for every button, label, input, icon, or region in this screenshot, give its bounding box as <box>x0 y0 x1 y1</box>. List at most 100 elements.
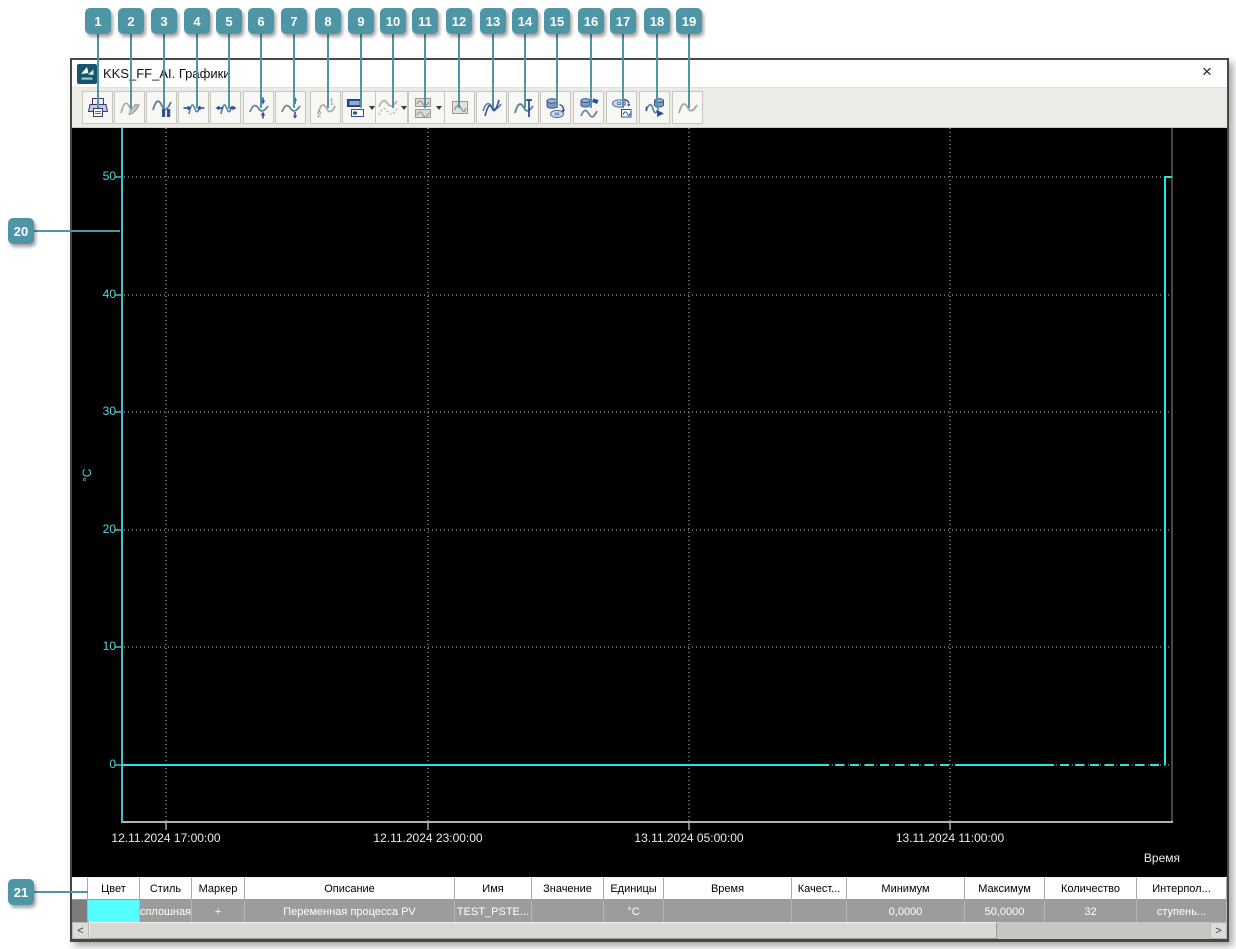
dropdown-arrow-icon <box>400 105 407 110</box>
callout-5: 5 <box>216 8 242 34</box>
chart-canvas <box>115 128 1173 830</box>
legend-col-max: Максимум <box>965 878 1045 900</box>
callout-leader-20 <box>34 230 120 232</box>
y-tick-label-10: 10 <box>102 639 116 653</box>
title-bar[interactable]: KKS_FF_AI. Графики × <box>72 60 1227 88</box>
app-icon-glyph <box>77 63 97 84</box>
callout-2: 2 <box>118 8 144 34</box>
chart-area[interactable]: 50 40 30 20 10 0 °C 12.11.2024 17:00:00 … <box>72 128 1227 877</box>
callout-leader-10 <box>392 34 394 108</box>
trend-description-cell[interactable]: Переменная процесса PV <box>245 900 455 923</box>
legend-col-value: Значение <box>532 878 604 900</box>
trend-color-swatch <box>88 900 139 923</box>
scrollbar-thumb[interactable] <box>89 922 997 939</box>
callout-leader-5 <box>228 34 230 108</box>
legend-col-min: Минимум <box>847 878 965 900</box>
trend-count-cell[interactable]: 32 <box>1045 900 1137 923</box>
callout-10: 10 <box>380 8 406 34</box>
expand-time-axis-icon <box>215 103 236 114</box>
trend-interpolation-cell[interactable]: ступень... <box>1137 900 1227 923</box>
callout-6: 6 <box>248 8 274 34</box>
trend-legend-table: Цвет Стиль Маркер Описание Имя Значение … <box>72 877 1227 923</box>
play-archive-button[interactable] <box>639 91 670 124</box>
trend-marker-cell[interactable]: + <box>192 900 245 923</box>
legend-header-row: Цвет Стиль Маркер Описание Имя Значение … <box>72 877 1227 900</box>
callout-leader-4 <box>196 34 198 108</box>
y-tick-marks <box>115 176 121 766</box>
callout-17: 17 <box>610 8 636 34</box>
load-archive-data-icon <box>579 97 598 118</box>
callout-leader-2 <box>130 34 132 108</box>
callout-8: 8 <box>315 8 341 34</box>
trend-quality-cell[interactable] <box>792 900 847 923</box>
trend-min-cell[interactable]: 0,0000 <box>847 900 965 923</box>
expand-time-axis-button[interactable] <box>210 91 241 124</box>
half-scale-icon: 1 2 <box>317 97 336 119</box>
callout-13: 13 <box>480 8 506 34</box>
trend-line <box>122 176 1172 766</box>
trend-max-cell[interactable]: 50,0000 <box>965 900 1045 923</box>
legend-col-marker: Маркер <box>192 878 245 900</box>
callout-leader-12 <box>458 34 460 108</box>
trend-units-cell[interactable]: °C <box>604 900 664 923</box>
legend-col-count: Количество <box>1045 878 1137 900</box>
trend-time-cell[interactable] <box>664 900 792 923</box>
callout-12: 12 <box>446 8 472 34</box>
callout-leader-14 <box>524 34 526 108</box>
legend-col-interpolation: Интерпол... <box>1137 878 1227 900</box>
callout-20: 20 <box>8 218 34 244</box>
trend-windows-button[interactable] <box>408 91 446 124</box>
close-button[interactable]: × <box>1197 62 1217 82</box>
display-layout-icon <box>347 98 364 117</box>
window-title: KKS_FF_AI. Графики <box>103 66 231 81</box>
legend-col-description: Описание <box>245 878 455 900</box>
scroll-left-button[interactable]: < <box>72 922 89 939</box>
trend-color-cell[interactable] <box>88 900 140 923</box>
callout-7: 7 <box>281 8 307 34</box>
dropdown-arrow-icon <box>436 105 442 110</box>
trend-value-cell[interactable] <box>532 900 604 923</box>
chart-gridlines-vertical <box>165 128 951 821</box>
trend-windows-icon <box>415 97 431 118</box>
trend-name-cell[interactable]: TEST_PSTE... <box>455 900 532 923</box>
callout-19: 19 <box>676 8 702 34</box>
compress-time-axis-button[interactable] <box>178 91 209 124</box>
toolbar: 1 2 <box>72 88 1227 128</box>
y-tick-label-30: 30 <box>102 404 116 418</box>
legend-col-units: Единицы <box>604 878 664 900</box>
callout-9: 9 <box>348 8 374 34</box>
callout-leader-1 <box>97 34 99 108</box>
expand-value-axis-button[interactable] <box>275 91 306 124</box>
play-archive-icon <box>644 97 664 117</box>
svg-text:2: 2 <box>317 110 322 119</box>
app-icon <box>77 63 97 84</box>
callout-leader-7 <box>293 34 295 108</box>
horizontal-scrollbar[interactable]: < > <box>72 922 1227 939</box>
trend-row[interactable]: сплошная + Переменная процесса PV TEST_P… <box>72 900 1227 923</box>
row-selector-cell[interactable] <box>72 900 88 923</box>
callout-leader-16 <box>590 34 592 108</box>
callout-leader-6 <box>260 34 262 108</box>
chart-gridlines-horizontal <box>124 176 1171 766</box>
y-tick-label-40: 40 <box>102 287 116 301</box>
expand-value-axis-icon <box>280 96 301 119</box>
scroll-right-button[interactable]: > <box>1210 922 1227 939</box>
load-archive-data-button[interactable] <box>573 91 604 124</box>
trend-window: KKS_FF_AI. Графики × 1 2 50 40 30 20 10 … <box>70 58 1229 942</box>
callout-leader-9 <box>360 34 362 108</box>
callout-15: 15 <box>544 8 570 34</box>
x-tick-label-1: 12.11.2024 17:00:00 <box>111 831 221 845</box>
half-scale-button[interactable]: 1 2 <box>310 91 341 124</box>
legend-col-color: Цвет <box>88 878 140 900</box>
x-axis-title: Время <box>1143 851 1180 865</box>
callout-leader-17 <box>622 34 624 108</box>
y-axis-title: °C <box>80 468 94 482</box>
trend-style-cell[interactable]: сплошная <box>140 900 192 923</box>
x-tick-label-2: 12.11.2024 23:00:00 <box>373 831 483 845</box>
compress-value-axis-button[interactable] <box>243 91 274 124</box>
y-tick-label-50: 50 <box>102 169 116 183</box>
callout-leader-15 <box>556 34 558 108</box>
legend-col-style: Стиль <box>140 878 192 900</box>
x-tick-marks <box>165 823 951 830</box>
pause-trend-button[interactable] <box>146 91 177 124</box>
